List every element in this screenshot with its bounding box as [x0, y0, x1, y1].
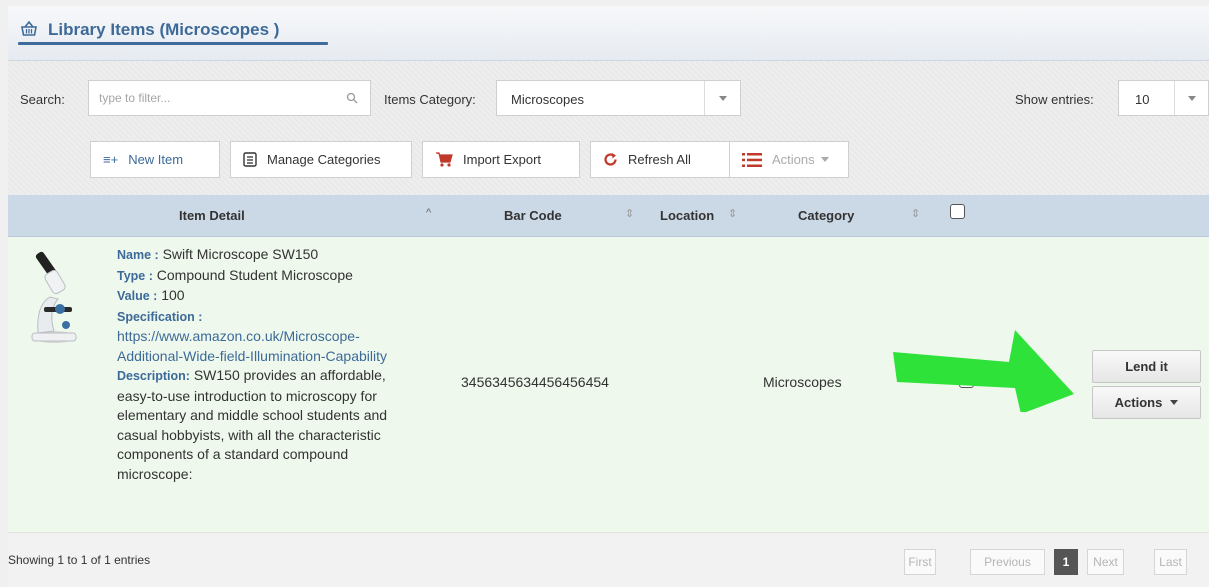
pagination-first[interactable]: First: [904, 549, 936, 575]
description-line-5: components of a standard compound: [117, 446, 349, 462]
search-input-wrapper: [88, 80, 371, 116]
column-bar-code[interactable]: Bar Code: [504, 208, 562, 223]
category-select-toggle[interactable]: [704, 81, 740, 115]
category-cell: Microscopes: [763, 374, 842, 390]
row-actions-button[interactable]: Actions: [1092, 386, 1201, 419]
description-key: Description:: [117, 369, 190, 383]
document-list-icon: [243, 152, 257, 167]
entries-label: Show entries:: [1015, 92, 1094, 107]
entries-select-value: 10: [1135, 92, 1150, 107]
import-export-label: Import Export: [463, 152, 542, 167]
description-line-3: elementary and middle school students an…: [117, 407, 388, 423]
category-select[interactable]: Microscopes: [496, 80, 741, 116]
description-line-1: SW150 provides an affordable,: [193, 367, 386, 383]
sort-asc-icon[interactable]: ^: [426, 207, 431, 219]
green-arrow-annotation: [893, 330, 1074, 412]
manage-categories-button[interactable]: Manage Categories: [230, 141, 412, 178]
toolbar-actions-label: Actions: [772, 152, 815, 167]
list-icon: [742, 152, 762, 167]
bar-code-cell: 3456345634456456454: [461, 374, 609, 390]
refresh-icon: [604, 153, 617, 166]
pagination-last[interactable]: Last: [1154, 549, 1187, 575]
pagination-page-1[interactable]: 1: [1054, 549, 1078, 575]
column-location[interactable]: Location: [660, 208, 714, 223]
sort-icon[interactable]: ⇕: [625, 207, 634, 220]
cart-icon: [436, 152, 453, 167]
column-item-detail[interactable]: Item Detail: [179, 208, 245, 223]
table-header: Item Detail ^ Bar Code ⇕ Location ⇕ Cate…: [8, 195, 1209, 237]
import-export-button[interactable]: Import Export: [422, 141, 580, 178]
entries-select[interactable]: 10: [1118, 80, 1209, 116]
sort-icon[interactable]: ⇕: [911, 207, 920, 220]
entries-info: Showing 1 to 1 of 1 entries: [8, 553, 151, 567]
chevron-down-icon: [820, 157, 829, 162]
page-title: Library Items (Microscopes ): [48, 20, 280, 39]
page-header: Library Items (Microscopes ): [8, 6, 1209, 61]
select-all-checkbox[interactable]: [950, 204, 965, 219]
search-input[interactable]: [89, 81, 329, 115]
toolbar: Search: Items Category: Microscopes Show…: [8, 61, 1209, 195]
table-footer: Showing 1 to 1 of 1 entries First Previo…: [8, 534, 1209, 587]
search-label: Search:: [20, 92, 65, 107]
item-type: Compound Student Microscope: [156, 266, 353, 283]
sort-icon[interactable]: ⇕: [728, 207, 737, 220]
pagination-previous[interactable]: Previous: [970, 549, 1045, 575]
item-detail: Name : Swift Microscope SW150 Type : Com…: [117, 245, 447, 484]
value-key: Value :: [117, 289, 158, 303]
chevron-down-icon: [719, 96, 727, 101]
chevron-down-icon: [1188, 96, 1196, 101]
description-line-4: casual hobbyists, with all the character…: [117, 426, 381, 443]
refresh-all-button[interactable]: Refresh All: [590, 141, 730, 178]
microscope-thumbnail: [31, 251, 77, 343]
refresh-all-label: Refresh All: [628, 152, 691, 167]
entries-select-toggle[interactable]: [1174, 81, 1208, 115]
basket-icon: [21, 20, 37, 36]
item-name: Swift Microscope SW150: [162, 246, 319, 262]
new-item-button[interactable]: ≡+ New Item: [90, 141, 220, 178]
chevron-down-icon: [1170, 400, 1179, 405]
item-value: 100: [161, 287, 185, 303]
column-category[interactable]: Category: [798, 208, 854, 223]
description-line-2: easy-to-use introduction to microscopy f…: [117, 387, 377, 404]
new-item-label: New Item: [128, 152, 184, 167]
lend-it-button[interactable]: Lend it: [1092, 350, 1201, 383]
table-row: Name : Swift Microscope SW150 Type : Com…: [8, 237, 1209, 533]
row-actions-label: Actions: [1114, 395, 1163, 410]
title-underline: [18, 42, 328, 45]
category-label: Items Category:: [384, 92, 476, 107]
manage-categories-label: Manage Categories: [267, 152, 381, 167]
type-key: Type :: [117, 268, 153, 283]
spec-link-line-2[interactable]: Additional-Wide-field-Illumination-Capab…: [117, 347, 447, 367]
name-key: Name :: [117, 248, 159, 262]
pagination-next[interactable]: Next: [1087, 549, 1124, 575]
search-icon: [346, 92, 358, 104]
toolbar-actions-button[interactable]: Actions: [729, 141, 849, 178]
spec-link-line-1[interactable]: https://www.amazon.co.uk/Microscope-: [117, 327, 447, 347]
category-select-value: Microscopes: [511, 92, 584, 107]
spec-key: Specification :: [117, 309, 203, 324]
add-list-icon: ≡+: [103, 152, 119, 167]
description-line-6: microscope:: [117, 465, 193, 482]
